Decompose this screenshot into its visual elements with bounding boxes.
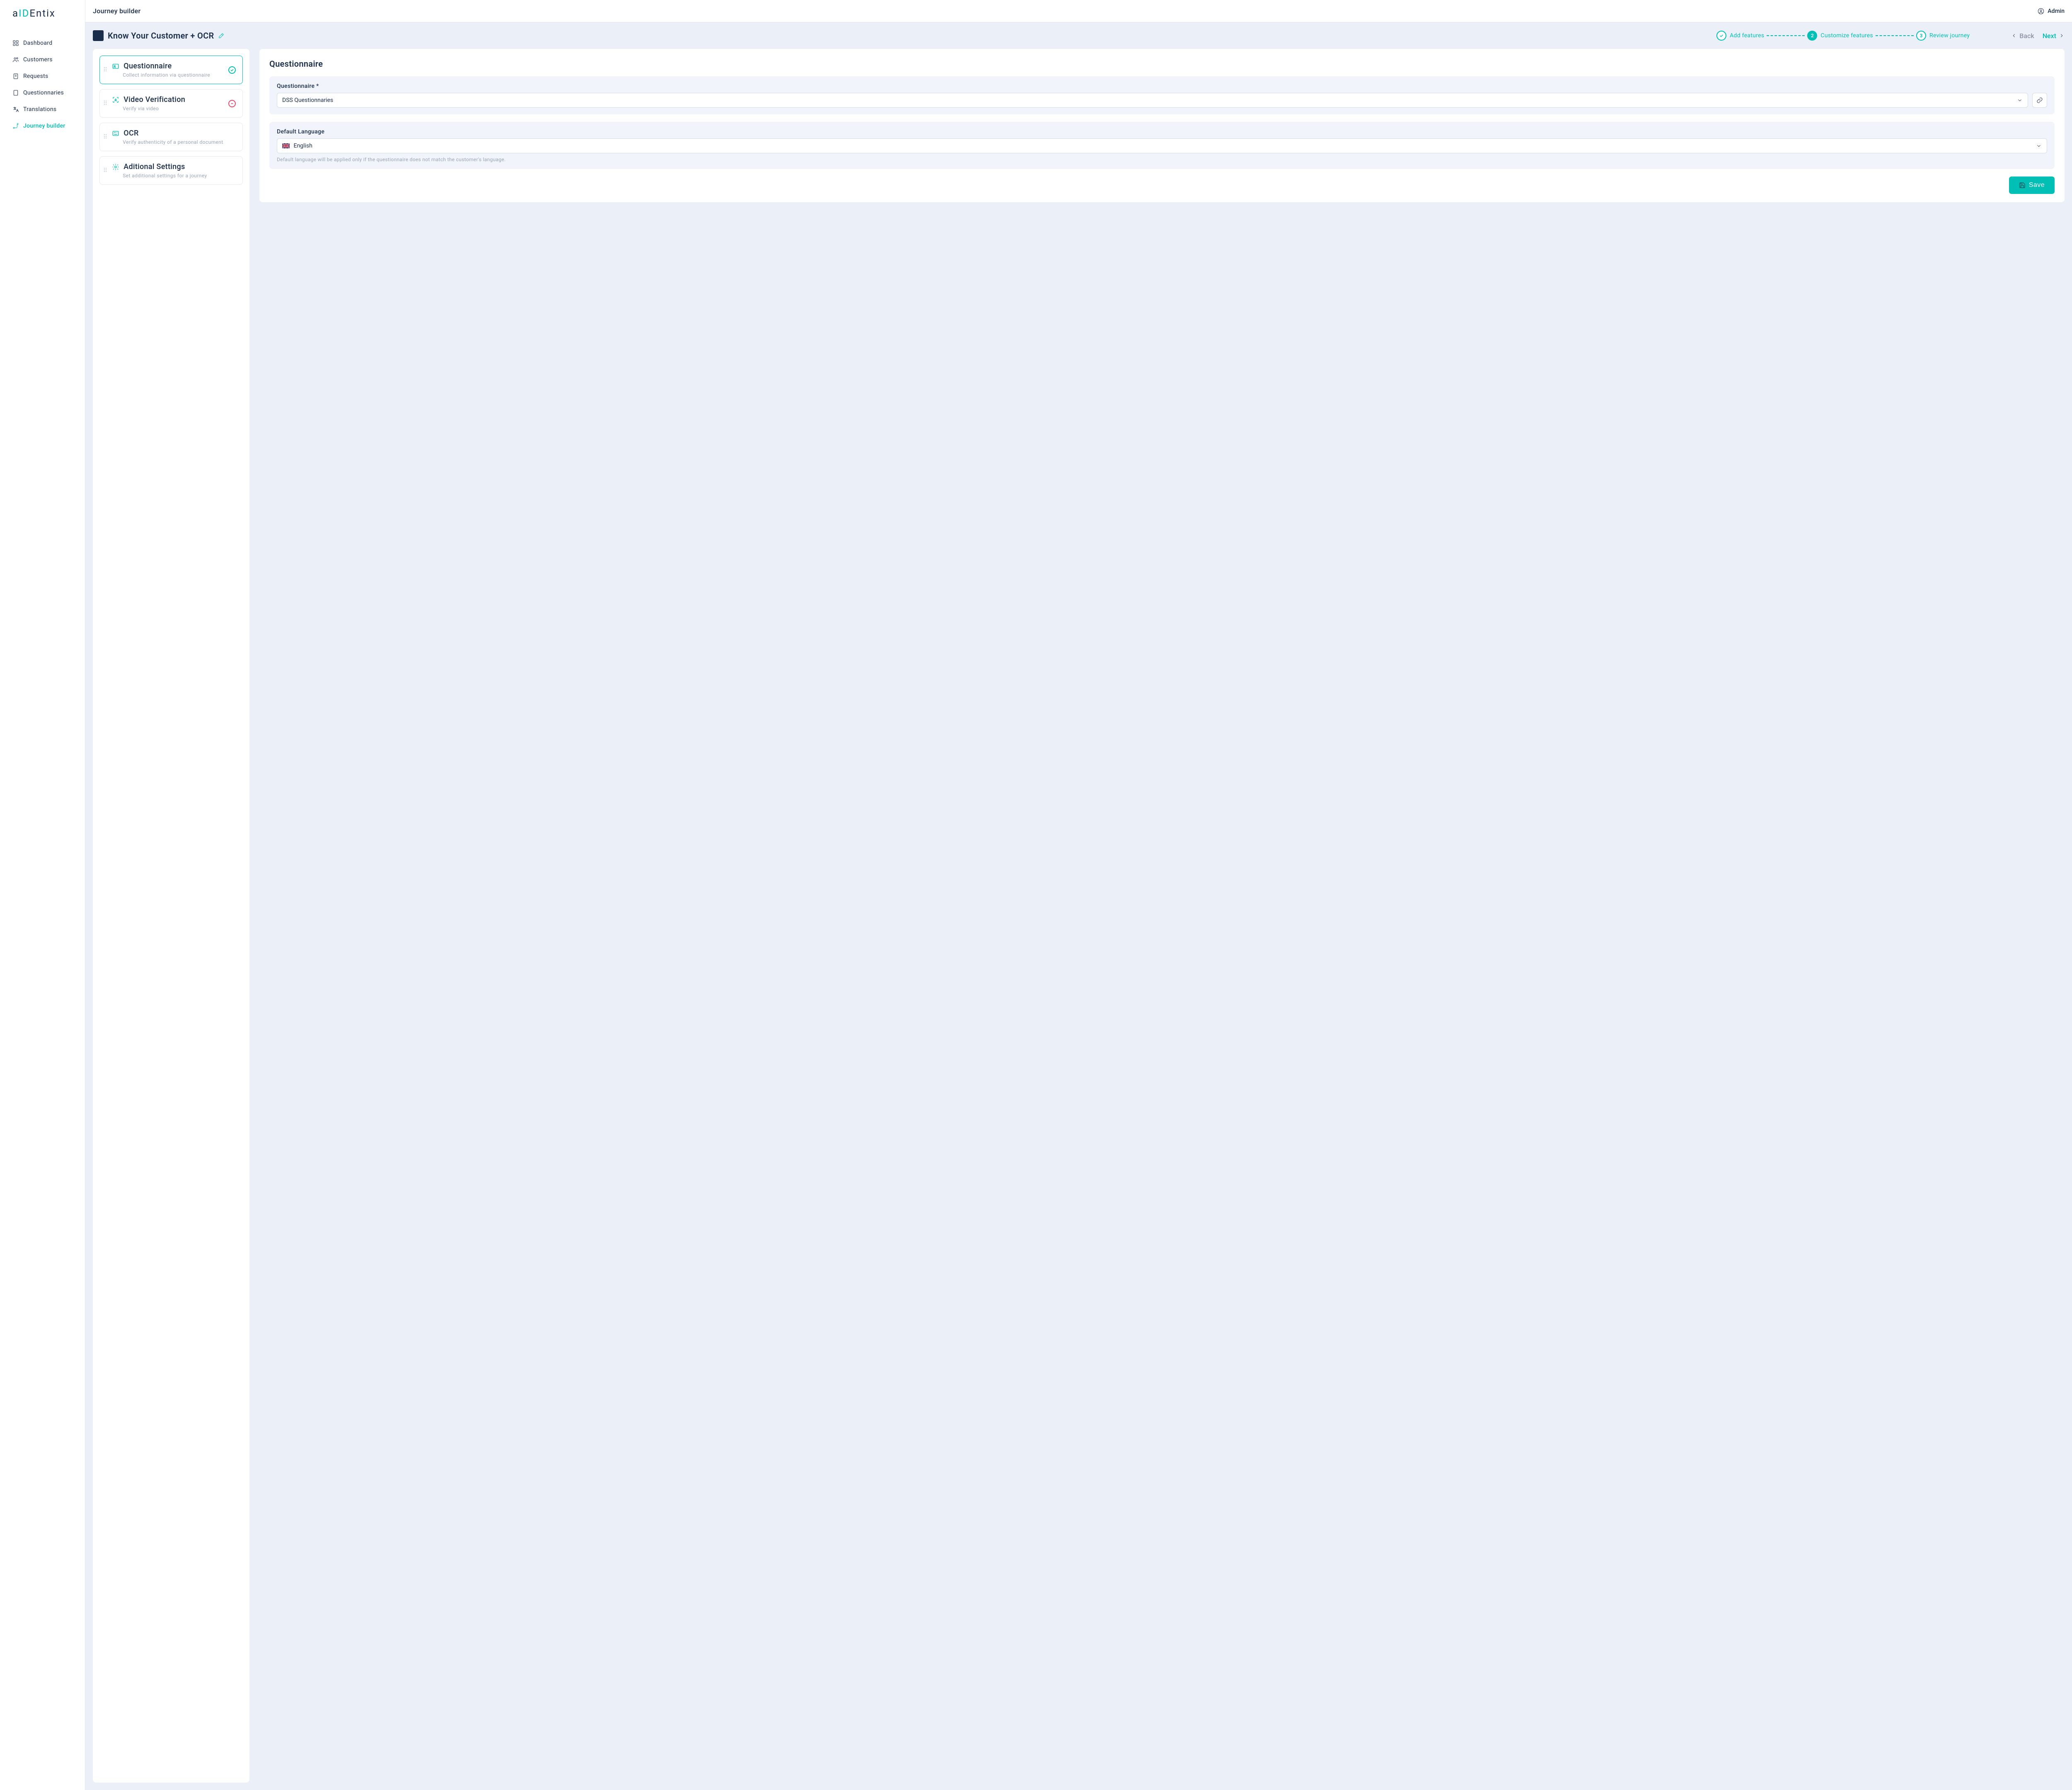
step-review[interactable]: 3 Review journey: [1916, 31, 1970, 41]
feature-title-text: OCR: [123, 129, 138, 138]
file-icon: [12, 90, 19, 96]
translate-icon: [12, 106, 19, 113]
language-select[interactable]: English: [277, 138, 2047, 153]
sidebar-item-label: Requests: [23, 73, 48, 80]
ocr-card-icon: [112, 130, 119, 137]
step-connector: [1767, 35, 1805, 36]
back-nav-button[interactable]: Back: [2011, 32, 2034, 40]
stepper: Add features 2 Customize features 3 Revi…: [1716, 31, 1970, 41]
check-circle-icon: [1716, 31, 1726, 41]
config-panel: Questionnaire Questionnaire * DSS Questi…: [259, 49, 2065, 202]
topbar: Journey builder Admin: [85, 0, 2072, 22]
content: ⠿ Questionnaire Collect information via …: [93, 49, 2065, 1783]
step-label: Customize features: [1820, 32, 1873, 39]
feature-desc: Collect information via questionnaire: [123, 72, 224, 78]
feature-desc: Verify authenticity of a personal docume…: [123, 139, 236, 145]
questionnaire-select[interactable]: DSS Questionnaries: [277, 93, 2028, 108]
sidebar-item-dashboard[interactable]: Dashboard: [0, 35, 85, 51]
chevron-down-icon: [2017, 97, 2023, 103]
brand-logo: aIDEntix: [0, 0, 85, 27]
route-icon: [12, 123, 19, 129]
grid-icon: [12, 40, 19, 46]
feature-questionnaire[interactable]: ⠿ Questionnaire Collect information via …: [99, 56, 243, 84]
journey-title: Know Your Customer + OCR: [108, 31, 214, 41]
subheader: Know Your Customer + OCR Add features 2 …: [85, 22, 2072, 49]
edit-icon[interactable]: [218, 32, 225, 39]
save-button[interactable]: Save: [2009, 177, 2055, 194]
link-icon: [2036, 97, 2043, 104]
drag-handle-icon[interactable]: ⠿: [103, 169, 108, 172]
nav-actions: Back Next: [2011, 32, 2065, 40]
chevron-left-icon: [95, 33, 101, 39]
feature-title-text: Questionnaire: [123, 62, 172, 70]
step-label: Add features: [1730, 32, 1764, 39]
sidebar-item-requests[interactable]: Requests: [0, 68, 85, 85]
select-value: English: [282, 143, 312, 149]
id-card-icon: [112, 63, 119, 70]
language-label: Default Language: [277, 128, 2047, 135]
back-button[interactable]: [93, 30, 104, 41]
language-section: Default Language English Defau: [269, 122, 2055, 169]
user-label: Admin: [2048, 8, 2065, 15]
helper-text: Default language will be applied only if…: [277, 157, 2047, 162]
status-error-icon: [228, 100, 236, 107]
sidebar-item-translations[interactable]: Translations: [0, 101, 85, 118]
sidebar-item-label: Questionnaries: [23, 90, 64, 96]
feature-title-text: Aditional Settings: [123, 162, 185, 171]
sidebar-item-questionnaires[interactable]: Questionnaries: [0, 85, 85, 101]
sidebar-item-label: Translations: [23, 106, 56, 113]
feature-video-verification[interactable]: ⠿ Video Verification Verify via video: [99, 89, 243, 118]
drag-handle-icon[interactable]: ⠿: [103, 136, 108, 138]
step-customize[interactable]: 2 Customize features: [1807, 31, 1873, 41]
feature-desc: Set additional settings for a journey: [123, 173, 236, 179]
sidebar-item-customers[interactable]: Customers: [0, 51, 85, 68]
save-label: Save: [2029, 181, 2045, 189]
step-number-icon: 3: [1916, 31, 1926, 41]
document-icon: [12, 73, 19, 80]
sidebar-item-label: Customers: [23, 56, 53, 63]
sidebar: aIDEntix Dashboard Customers Requests Qu…: [0, 0, 85, 1790]
face-scan-icon: [112, 96, 119, 104]
chevron-left-icon: [2011, 33, 2017, 39]
nav: Dashboard Customers Requests Questionnar…: [0, 27, 85, 134]
feature-title-text: Video Verification: [123, 95, 185, 104]
panel-title: Questionnaire: [269, 59, 2055, 69]
step-connector: [1876, 35, 1914, 36]
step-number-icon: 2: [1807, 31, 1817, 41]
chevron-down-icon: [2036, 143, 2042, 149]
step-label: Review journey: [1929, 32, 1970, 39]
feature-desc: Verify via video: [123, 106, 224, 111]
back-label: Back: [2019, 32, 2034, 40]
drag-handle-icon[interactable]: ⠿: [103, 102, 108, 105]
select-value: DSS Questionnaries: [282, 97, 333, 104]
questionnaire-section: Questionnaire * DSS Questionnaries: [269, 76, 2055, 114]
user-circle-icon: [2038, 8, 2044, 15]
uk-flag-icon: [282, 143, 290, 148]
page-title: Journey builder: [93, 7, 141, 15]
feature-ocr[interactable]: ⠿ OCR Verify authenticity of a personal …: [99, 123, 243, 151]
questionnaire-label: Questionnaire *: [277, 83, 2047, 90]
feature-additional-settings[interactable]: ⠿ Aditional Settings Set additional sett…: [99, 156, 243, 185]
features-panel: ⠿ Questionnaire Collect information via …: [93, 49, 249, 1783]
sidebar-item-label: Dashboard: [23, 40, 52, 46]
chevron-right-icon: [2059, 33, 2065, 39]
user-menu[interactable]: Admin: [2038, 8, 2065, 15]
drag-handle-icon[interactable]: ⠿: [103, 69, 108, 71]
link-button[interactable]: [2032, 93, 2047, 108]
users-icon: [12, 56, 19, 63]
save-icon: [2019, 182, 2026, 189]
sidebar-item-journey-builder[interactable]: Journey builder: [0, 118, 85, 134]
next-nav-button[interactable]: Next: [2043, 32, 2065, 40]
step-add-features[interactable]: Add features: [1716, 31, 1764, 41]
sidebar-item-label: Journey builder: [23, 123, 65, 129]
gear-icon: [112, 163, 119, 171]
status-ok-icon: [228, 66, 236, 74]
next-label: Next: [2043, 32, 2056, 40]
